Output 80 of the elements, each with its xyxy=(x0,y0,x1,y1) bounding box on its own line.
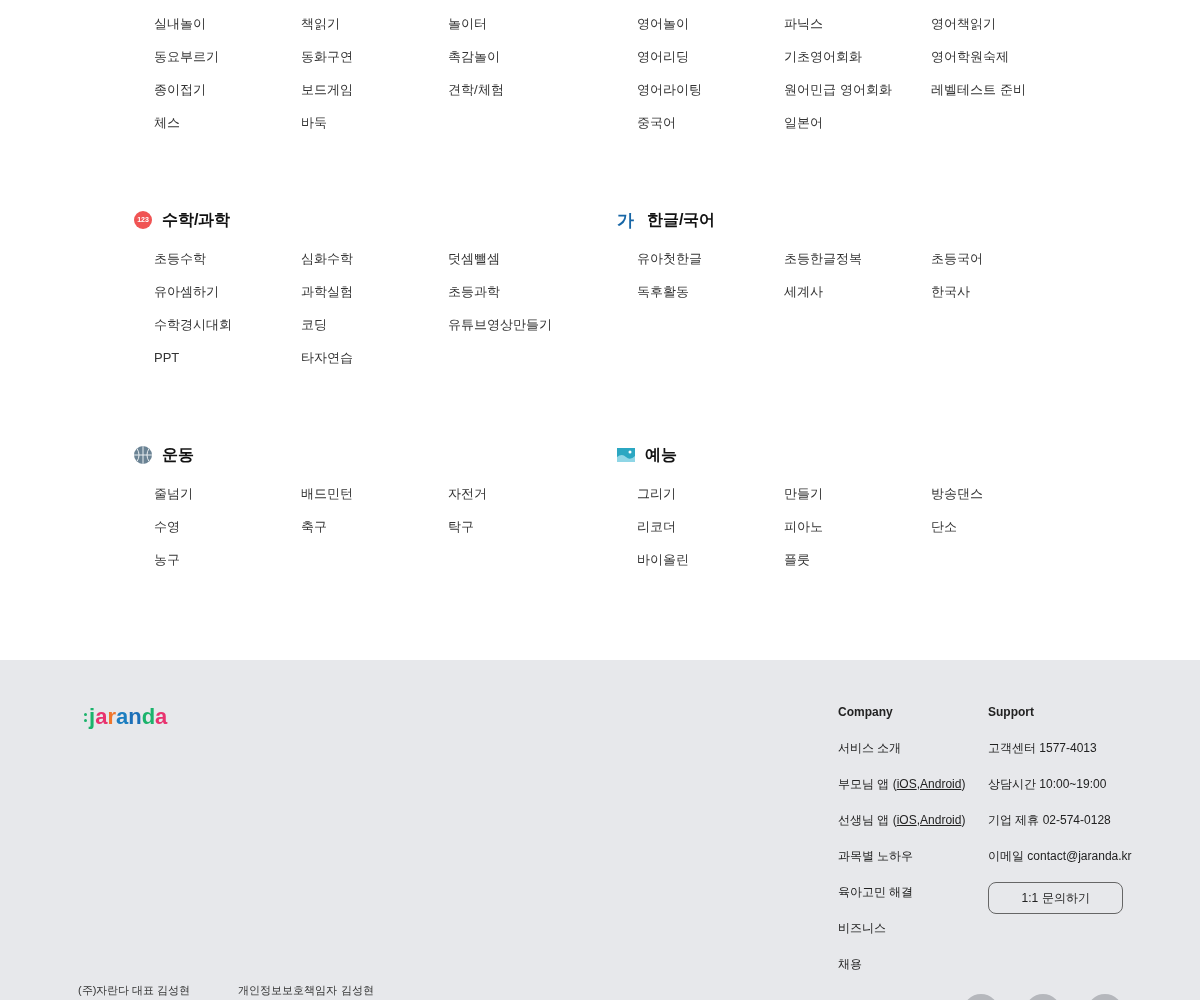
subject-link[interactable]: 기초영어회화 xyxy=(784,47,862,67)
inquiry-button[interactable]: 1:1 문의하기 xyxy=(988,882,1123,914)
company-info: (주)자란다 대표 김성현 xyxy=(78,983,191,997)
subject-link[interactable]: 수영 xyxy=(154,517,180,537)
subject-link[interactable]: 실내놀이 xyxy=(154,14,206,34)
subject-link[interactable]: 초등과학 xyxy=(448,282,500,302)
footer-link[interactable]: 채용 xyxy=(838,954,966,974)
column-heading: Support xyxy=(988,704,1035,721)
app-download-text: 선생님 앱 (iOS,Android) xyxy=(838,812,966,829)
footer-link[interactable]: 비즈니스 xyxy=(838,918,966,938)
category-title: 수학/과학 xyxy=(162,210,231,230)
subject-link[interactable]: 체스 xyxy=(154,113,180,133)
app-download-text: 부모님 앱 (iOS,Android) xyxy=(838,776,966,793)
subject-link[interactable]: 영어리딩 xyxy=(637,47,689,67)
subject-link[interactable]: 덧셈뺄셈 xyxy=(448,249,500,269)
subject-link[interactable]: 농구 xyxy=(154,550,180,570)
subject-link[interactable]: 유아셈하기 xyxy=(154,282,219,302)
subject-link[interactable]: 유튜브영상만들기 xyxy=(448,315,552,335)
subject-link[interactable]: 동화구연 xyxy=(301,47,353,67)
subject-link[interactable]: 초등수학 xyxy=(154,249,206,269)
subject-link[interactable]: 초등한글정복 xyxy=(784,249,862,269)
subject-link[interactable]: 유아첫한글 xyxy=(637,249,702,269)
subject-link[interactable]: PPT xyxy=(154,348,180,368)
subject-link[interactable]: 책읽기 xyxy=(301,14,340,34)
subject-link[interactable]: 플룻 xyxy=(784,550,810,570)
subject-link[interactable]: 바둑 xyxy=(301,113,327,133)
subject-link[interactable]: 축구 xyxy=(301,517,327,537)
subject-link[interactable]: 세계사 xyxy=(784,282,823,302)
subject-link[interactable]: 피아노 xyxy=(784,517,823,537)
store-link[interactable]: Android xyxy=(920,813,962,827)
support-info: 상담시간 10:00~19:00 xyxy=(988,776,1108,793)
jaranda-logo: jaranda xyxy=(84,706,168,728)
subject-link[interactable]: 코딩 xyxy=(301,315,327,335)
subject-link[interactable]: 동요부르기 xyxy=(154,47,219,67)
subject-link[interactable]: 과학실험 xyxy=(301,282,353,302)
subject-link[interactable]: 보드게임 xyxy=(301,80,353,100)
subject-link[interactable]: 단소 xyxy=(931,517,957,537)
subject-link[interactable]: 바이올린 xyxy=(637,550,689,570)
subject-link[interactable]: 자전거 xyxy=(448,484,487,504)
support-info: 고객센터 1577-4013 xyxy=(988,740,1098,757)
subject-link[interactable]: 타자연습 xyxy=(301,348,353,368)
subject-link[interactable]: 영어놀이 xyxy=(637,14,689,34)
letter-icon: 가 xyxy=(617,211,637,229)
subject-link[interactable]: 놀이터 xyxy=(448,14,487,34)
subject-link[interactable]: 영어책읽기 xyxy=(931,14,996,34)
subject-link[interactable]: 파닉스 xyxy=(784,14,823,34)
subject-link[interactable]: 심화수학 xyxy=(301,249,353,269)
subject-link[interactable]: 원어민급 영어회화 xyxy=(784,80,892,100)
support-info: 이메일 contact@jaranda.kr xyxy=(988,848,1132,865)
picture-icon xyxy=(617,448,635,462)
subject-link[interactable]: 종이접기 xyxy=(154,80,206,100)
subject-link[interactable]: 견학/체험 xyxy=(448,80,504,100)
subject-link[interactable]: 수학경시대회 xyxy=(154,315,232,335)
company-info: 개인정보보호책임자 김성현 xyxy=(238,983,374,997)
subject-link[interactable]: 그리기 xyxy=(637,484,676,504)
category-title: 운동 xyxy=(162,445,194,465)
subject-link[interactable]: 일본어 xyxy=(784,113,823,133)
subject-link[interactable]: 한국사 xyxy=(931,282,970,302)
subject-link[interactable]: 촉감놀이 xyxy=(448,47,500,67)
basketball-icon xyxy=(134,446,152,464)
subject-link[interactable]: 줄넘기 xyxy=(154,484,193,504)
subject-link[interactable]: 영어라이팅 xyxy=(637,80,702,100)
subject-link[interactable]: 리코더 xyxy=(637,517,676,537)
category-title: 한글/국어 xyxy=(647,210,716,230)
column-heading: Company xyxy=(838,704,894,721)
subject-link[interactable]: 탁구 xyxy=(448,517,474,537)
footer-link[interactable]: 육아고민 해결 xyxy=(838,882,966,902)
subject-link[interactable]: 영어학원숙제 xyxy=(931,47,1009,67)
store-link[interactable]: Android xyxy=(920,777,962,791)
footer-link[interactable]: 과목별 노하우 xyxy=(838,846,966,866)
subject-link[interactable]: 초등국어 xyxy=(931,249,983,269)
category-title: 예능 xyxy=(645,445,677,465)
subject-link[interactable]: 만들기 xyxy=(784,484,823,504)
subject-link[interactable]: 중국어 xyxy=(637,113,676,133)
subject-link[interactable]: 방송댄스 xyxy=(931,484,983,504)
subject-link[interactable]: 배드민턴 xyxy=(301,484,353,504)
footer-link[interactable]: 서비스 소개 xyxy=(838,738,966,758)
support-info: 기업 제휴 02-574-0128 xyxy=(988,812,1112,829)
subject-link[interactable]: 레벨테스트 준비 xyxy=(931,80,1026,100)
subject-link[interactable]: 독후활동 xyxy=(637,282,689,302)
